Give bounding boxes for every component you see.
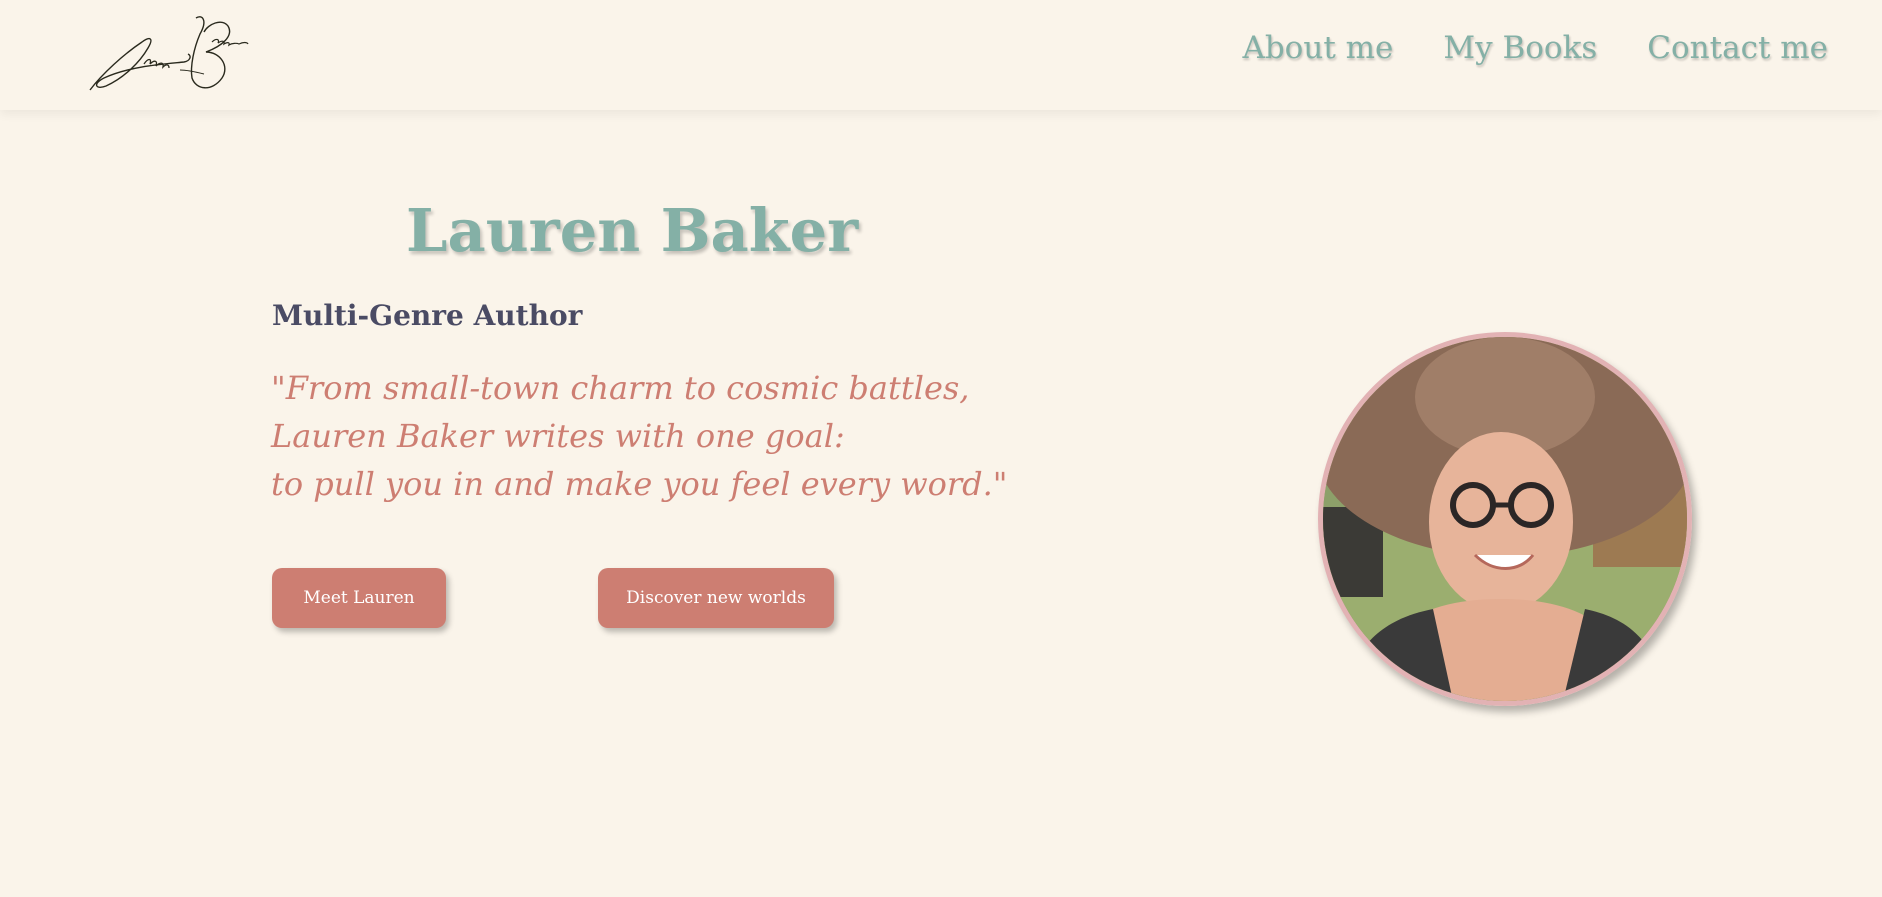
author-photo bbox=[1318, 332, 1692, 706]
site-header: About me My Books Contact me bbox=[0, 0, 1882, 110]
signature-logo-icon bbox=[89, 16, 249, 91]
nav-my-books[interactable]: My Books bbox=[1443, 30, 1597, 66]
quote-line-2: Lauren Baker writes with one goal: bbox=[271, 417, 845, 455]
nav-contact-me[interactable]: Contact me bbox=[1647, 30, 1828, 66]
author-photo-icon bbox=[1323, 337, 1687, 701]
signature-logo[interactable] bbox=[84, 12, 270, 98]
main-nav: About me My Books Contact me bbox=[1242, 30, 1828, 66]
nav-about-me[interactable]: About me bbox=[1242, 30, 1393, 66]
quote-line-3: to pull you in and make you feel every w… bbox=[271, 465, 1008, 503]
author-name: Lauren Baker bbox=[406, 196, 859, 265]
quote-line-1: "From small-town charm to cosmic battles… bbox=[271, 369, 970, 407]
meet-lauren-button[interactable]: Meet Lauren bbox=[272, 568, 446, 628]
discover-new-worlds-button[interactable]: Discover new worlds bbox=[598, 568, 834, 628]
author-subtitle: Multi-Genre Author bbox=[272, 299, 583, 332]
hero-quote: "From small-town charm to cosmic battles… bbox=[271, 364, 1008, 508]
